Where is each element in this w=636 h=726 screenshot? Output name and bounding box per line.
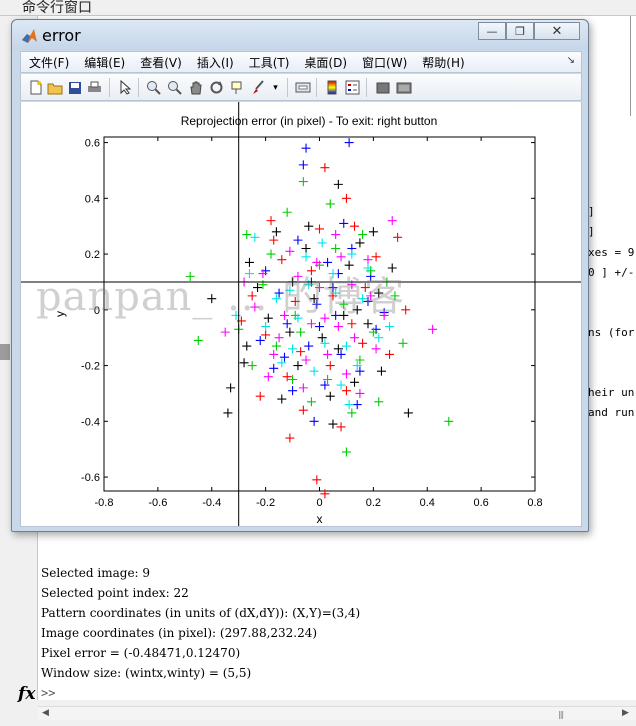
- y-tick-label: -0.2: [81, 361, 100, 373]
- command-output-fragment: heir un: [588, 386, 635, 399]
- restore-button[interactable]: ❐: [506, 22, 534, 40]
- axes-box: [103, 136, 536, 492]
- data-cursor-icon[interactable]: [229, 79, 246, 96]
- x-tick-label: -0.8: [95, 497, 114, 509]
- x-tick-label: 0.8: [527, 497, 542, 509]
- scroll-thumb[interactable]: |||: [558, 710, 588, 719]
- figure-title: error: [42, 26, 81, 45]
- figure-window[interactable]: error — ❐ ✕ 文件(F) 编辑(E) 查看(V) 插入(I) 工具(T…: [11, 19, 589, 532]
- x-tick-label: -0.4: [202, 497, 221, 509]
- panel-marker: [0, 344, 10, 360]
- brush-icon[interactable]: [250, 79, 267, 96]
- plot-area[interactable]: Reprojection error (in pixel) - To exit:…: [20, 102, 582, 527]
- save-icon[interactable]: [66, 79, 83, 96]
- right-panel-edge: [630, 16, 636, 116]
- x-axis-label: x: [317, 512, 323, 526]
- y-tick-label: 0.2: [85, 249, 100, 261]
- open-icon[interactable]: [46, 79, 63, 96]
- x-tick-label: -0.2: [256, 497, 275, 509]
- menu-help[interactable]: 帮助(H): [422, 54, 464, 71]
- x-tick-label: -0.6: [148, 497, 167, 509]
- figure-toolbar: ▾: [20, 74, 582, 101]
- command-window-titlebar: 命令行窗口: [0, 0, 636, 16]
- output-line: Selected image: 9: [41, 566, 151, 580]
- x-tick-label: 0.2: [366, 497, 381, 509]
- x-tick-label: 0.4: [420, 497, 435, 509]
- zoom-in-icon[interactable]: [145, 79, 162, 96]
- menu-edit[interactable]: 编辑(E): [84, 54, 125, 71]
- command-prompt[interactable]: >>: [41, 686, 55, 700]
- fx-function-browser-icon[interactable]: fx: [18, 684, 35, 704]
- y-tick-label: 0: [94, 305, 100, 317]
- menu-desktop[interactable]: 桌面(D): [304, 54, 347, 71]
- dock-arrow-icon[interactable]: ↘: [567, 55, 575, 66]
- brush-dropdown-icon[interactable]: ▾: [267, 79, 284, 96]
- y-tick-label: 0.6: [85, 138, 100, 150]
- zoom-out-icon[interactable]: [166, 79, 183, 96]
- command-output-fragment: 0 ] +/-: [588, 266, 635, 279]
- scroll-right-icon[interactable]: ▶: [622, 708, 629, 718]
- colorbar-icon[interactable]: [323, 79, 340, 96]
- y-tick-label: 0.4: [85, 193, 100, 205]
- y-tick-label: -0.6: [81, 472, 100, 484]
- new-figure-icon[interactable]: [27, 79, 44, 96]
- menu-file[interactable]: 文件(F): [29, 54, 69, 71]
- y-tick-label: -0.4: [81, 416, 100, 428]
- command-output-fragment: and run: [588, 406, 635, 419]
- matlab-logo-icon: [22, 29, 37, 43]
- menu-tools[interactable]: 工具(T): [249, 54, 290, 71]
- pointer-icon[interactable]: [116, 79, 133, 96]
- x-tick-label: 0: [316, 497, 322, 509]
- pan-icon[interactable]: [187, 79, 204, 96]
- print-icon[interactable]: [86, 79, 103, 96]
- chart-title: Reprojection error (in pixel) - To exit:…: [181, 114, 438, 128]
- legend-icon[interactable]: [344, 79, 361, 96]
- output-line: Selected point index: 22: [41, 586, 189, 600]
- output-line: Pattern coordinates (in units of (dX,dY)…: [41, 606, 361, 620]
- figure-titlebar[interactable]: error — ❐ ✕: [12, 20, 588, 50]
- command-output-fragment: xes = 9: [588, 246, 635, 259]
- output-line: Image coordinates (in pixel): (297.88,23…: [41, 626, 318, 640]
- close-button[interactable]: ✕: [534, 22, 580, 40]
- link-icon[interactable]: [294, 79, 311, 96]
- output-line: Window size: (wintx,winty) = (5,5): [41, 666, 252, 680]
- command-window-title: 命令行窗口: [22, 0, 92, 16]
- scroll-left-icon[interactable]: ◀: [42, 708, 49, 718]
- show-tools-icon[interactable]: [395, 79, 412, 96]
- minimize-button[interactable]: —: [478, 22, 506, 40]
- output-line: Pixel error = (-0.48471,0.12470): [41, 646, 241, 660]
- menu-insert[interactable]: 插入(I): [197, 54, 234, 71]
- horizontal-scrollbar[interactable]: ◀ ||| ▶: [38, 706, 636, 720]
- scatter-chart[interactable]: Reprojection error (in pixel) - To exit:…: [21, 102, 582, 527]
- y-axis-label: y: [53, 311, 67, 317]
- command-output-fragment: ns (for: [588, 326, 635, 339]
- x-tick-label: 0.6: [473, 497, 488, 509]
- rotate-icon[interactable]: [208, 79, 225, 96]
- menu-view[interactable]: 查看(V): [140, 54, 182, 71]
- hide-tools-icon[interactable]: [374, 79, 391, 96]
- menu-window[interactable]: 窗口(W): [362, 54, 407, 71]
- menu-bar: 文件(F) 编辑(E) 查看(V) 插入(I) 工具(T) 桌面(D) 窗口(W…: [20, 51, 582, 73]
